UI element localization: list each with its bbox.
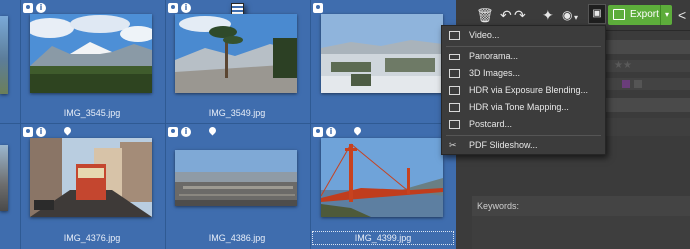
pdf-slideshow-icon: ✂ bbox=[449, 140, 457, 150]
thumbnail-cell-selected[interactable]: i IMG_4399.jpg bbox=[310, 123, 456, 249]
menu-item-postcard[interactable]: Postcard... bbox=[442, 116, 605, 133]
menu-item-hdr-exposure[interactable]: HDR via Exposure Blending... bbox=[442, 82, 605, 99]
thumbnail-cell[interactable]: i IMG_3549.jpg bbox=[165, 0, 310, 123]
rotate-left-icon[interactable]: ↶ bbox=[500, 7, 512, 23]
menu-item-hdr-tone[interactable]: HDR via Tone Mapping... bbox=[442, 99, 605, 116]
color-label-swatch[interactable] bbox=[634, 80, 642, 88]
hdr-exposure-icon bbox=[449, 86, 460, 95]
menu-item-pdf-slideshow[interactable]: ✂ PDF Slideshow... bbox=[442, 137, 605, 154]
star-rating-icon[interactable]: ★★ bbox=[614, 60, 632, 72]
rotate-right-icon[interactable]: ↷ bbox=[514, 7, 526, 23]
create-menu: Video... Panorama... 3D Images... HDR vi… bbox=[441, 25, 606, 155]
thumbnail-filename: IMG_4399.jpg bbox=[312, 231, 454, 245]
share-icon[interactable]: < bbox=[678, 7, 686, 23]
thumbnail-grid: i IMG_3545.jpg i IMG_3549.jpg i IMG_4376… bbox=[0, 0, 456, 249]
thumbnail-image[interactable] bbox=[0, 16, 8, 94]
camera-icon bbox=[168, 127, 178, 137]
export-button[interactable]: Export ▾ bbox=[608, 5, 672, 25]
thumbnail-cell[interactable]: i IMG_3545.jpg bbox=[20, 0, 165, 123]
location-pin-icon bbox=[354, 127, 361, 137]
panorama-icon bbox=[449, 54, 460, 60]
hdr-tone-icon bbox=[449, 103, 460, 112]
keywords-label: Keywords: bbox=[477, 201, 520, 211]
location-pin-icon bbox=[209, 127, 216, 137]
thumbnail-image[interactable] bbox=[0, 145, 8, 211]
thumbnail-filename: IMG_4386.jpg bbox=[208, 233, 266, 243]
thumbnail-image[interactable] bbox=[321, 14, 443, 93]
chevron-down-icon[interactable]: ▾ bbox=[574, 10, 578, 26]
camera-icon bbox=[313, 3, 323, 13]
export-label: Export bbox=[630, 9, 659, 20]
camera-icon bbox=[23, 127, 33, 137]
info-icon[interactable]: i bbox=[181, 3, 191, 13]
info-icon[interactable]: i bbox=[36, 127, 46, 137]
info-icon[interactable]: i bbox=[181, 127, 191, 137]
info-icon[interactable]: i bbox=[326, 127, 336, 137]
thumbnail-cell[interactable] bbox=[310, 0, 456, 123]
camera-icon bbox=[313, 127, 323, 137]
menu-divider bbox=[446, 135, 601, 136]
thumbnail-image[interactable] bbox=[175, 14, 297, 93]
video-icon bbox=[449, 31, 460, 40]
thumbnail-filename: IMG_3545.jpg bbox=[63, 108, 121, 118]
thumbnail-image[interactable] bbox=[175, 150, 297, 206]
thumbnail-cell[interactable]: i IMG_4386.jpg bbox=[165, 123, 310, 249]
menu-item-3d-images[interactable]: 3D Images... bbox=[442, 65, 605, 82]
thumbnail-filename: IMG_3549.jpg bbox=[208, 108, 266, 118]
3d-images-icon bbox=[449, 69, 460, 78]
paint-bucket-icon[interactable]: ◉ bbox=[562, 7, 572, 23]
postcard-icon bbox=[449, 120, 460, 129]
keywords-field[interactable] bbox=[472, 216, 690, 249]
magic-wand-icon[interactable]: ✦ bbox=[542, 7, 554, 23]
menu-divider bbox=[446, 46, 601, 47]
export-icon bbox=[613, 9, 625, 20]
trash-icon[interactable]: 🗑 bbox=[476, 7, 494, 23]
camera-icon bbox=[168, 3, 178, 13]
menu-item-panorama[interactable]: Panorama... bbox=[442, 48, 605, 65]
color-label-swatch[interactable] bbox=[622, 80, 630, 88]
chevron-down-icon[interactable]: ▾ bbox=[660, 5, 673, 25]
menu-item-video[interactable]: Video... bbox=[442, 27, 605, 44]
thumbnail-filename: IMG_4376.jpg bbox=[63, 233, 121, 243]
thumbnail-cell[interactable]: i IMG_4376.jpg bbox=[20, 123, 165, 249]
camera-icon bbox=[23, 3, 33, 13]
thumbnail-image[interactable] bbox=[321, 138, 443, 217]
location-pin-icon bbox=[64, 127, 71, 137]
thumbnail-image[interactable] bbox=[30, 138, 152, 217]
thumbnail-image[interactable] bbox=[30, 14, 152, 93]
info-icon[interactable]: i bbox=[36, 3, 46, 13]
create-icon[interactable]: ▣ bbox=[588, 4, 606, 24]
